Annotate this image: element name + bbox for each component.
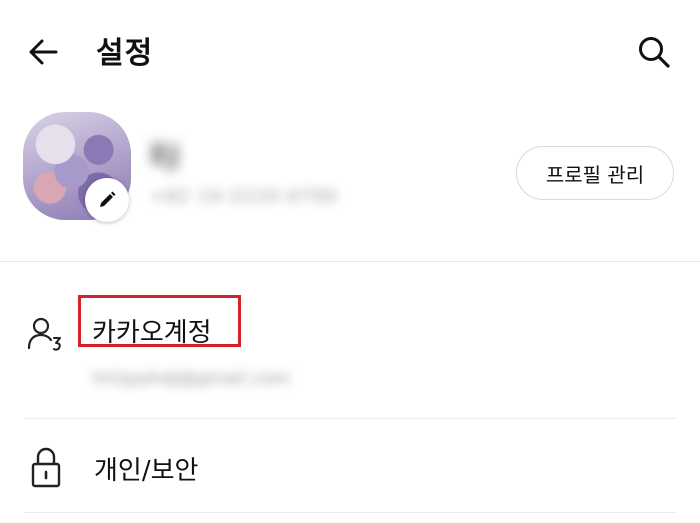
account-email: hrtzpahdj@gmail.com [92,368,290,389]
search-icon [639,37,670,68]
manage-profile-button[interactable]: 프로필 관리 [516,146,674,200]
back-button[interactable] [22,30,66,74]
lock-icon [31,447,61,488]
highlight-annotation [78,295,241,347]
page-title: 설정 [96,36,154,71]
settings-screen: 설정 EJ +82 10-2220-0790 프로필 관리 카카오계정 hrtz… [0,0,700,523]
settings-item-label: 개인/보안 [94,456,199,486]
profile-phone: +82 10-2220-0790 [150,186,338,207]
arrow-left-icon [29,39,58,65]
profile-name: EJ [150,138,180,171]
row-divider [24,512,676,513]
profile-avatar[interactable] [23,112,131,222]
search-button[interactable] [632,30,676,74]
settings-item-privacy-security[interactable]: 개인/보안 [0,420,700,512]
row-divider [24,418,676,419]
settings-item-kakao-account[interactable]: 카카오계정 hrtzpahdj@gmail.com [0,290,700,410]
header: 설정 [0,0,700,100]
section-divider [0,261,700,262]
pencil-icon [100,191,116,207]
account-icon [27,317,61,351]
edit-profile-photo-button[interactable] [85,178,129,222]
